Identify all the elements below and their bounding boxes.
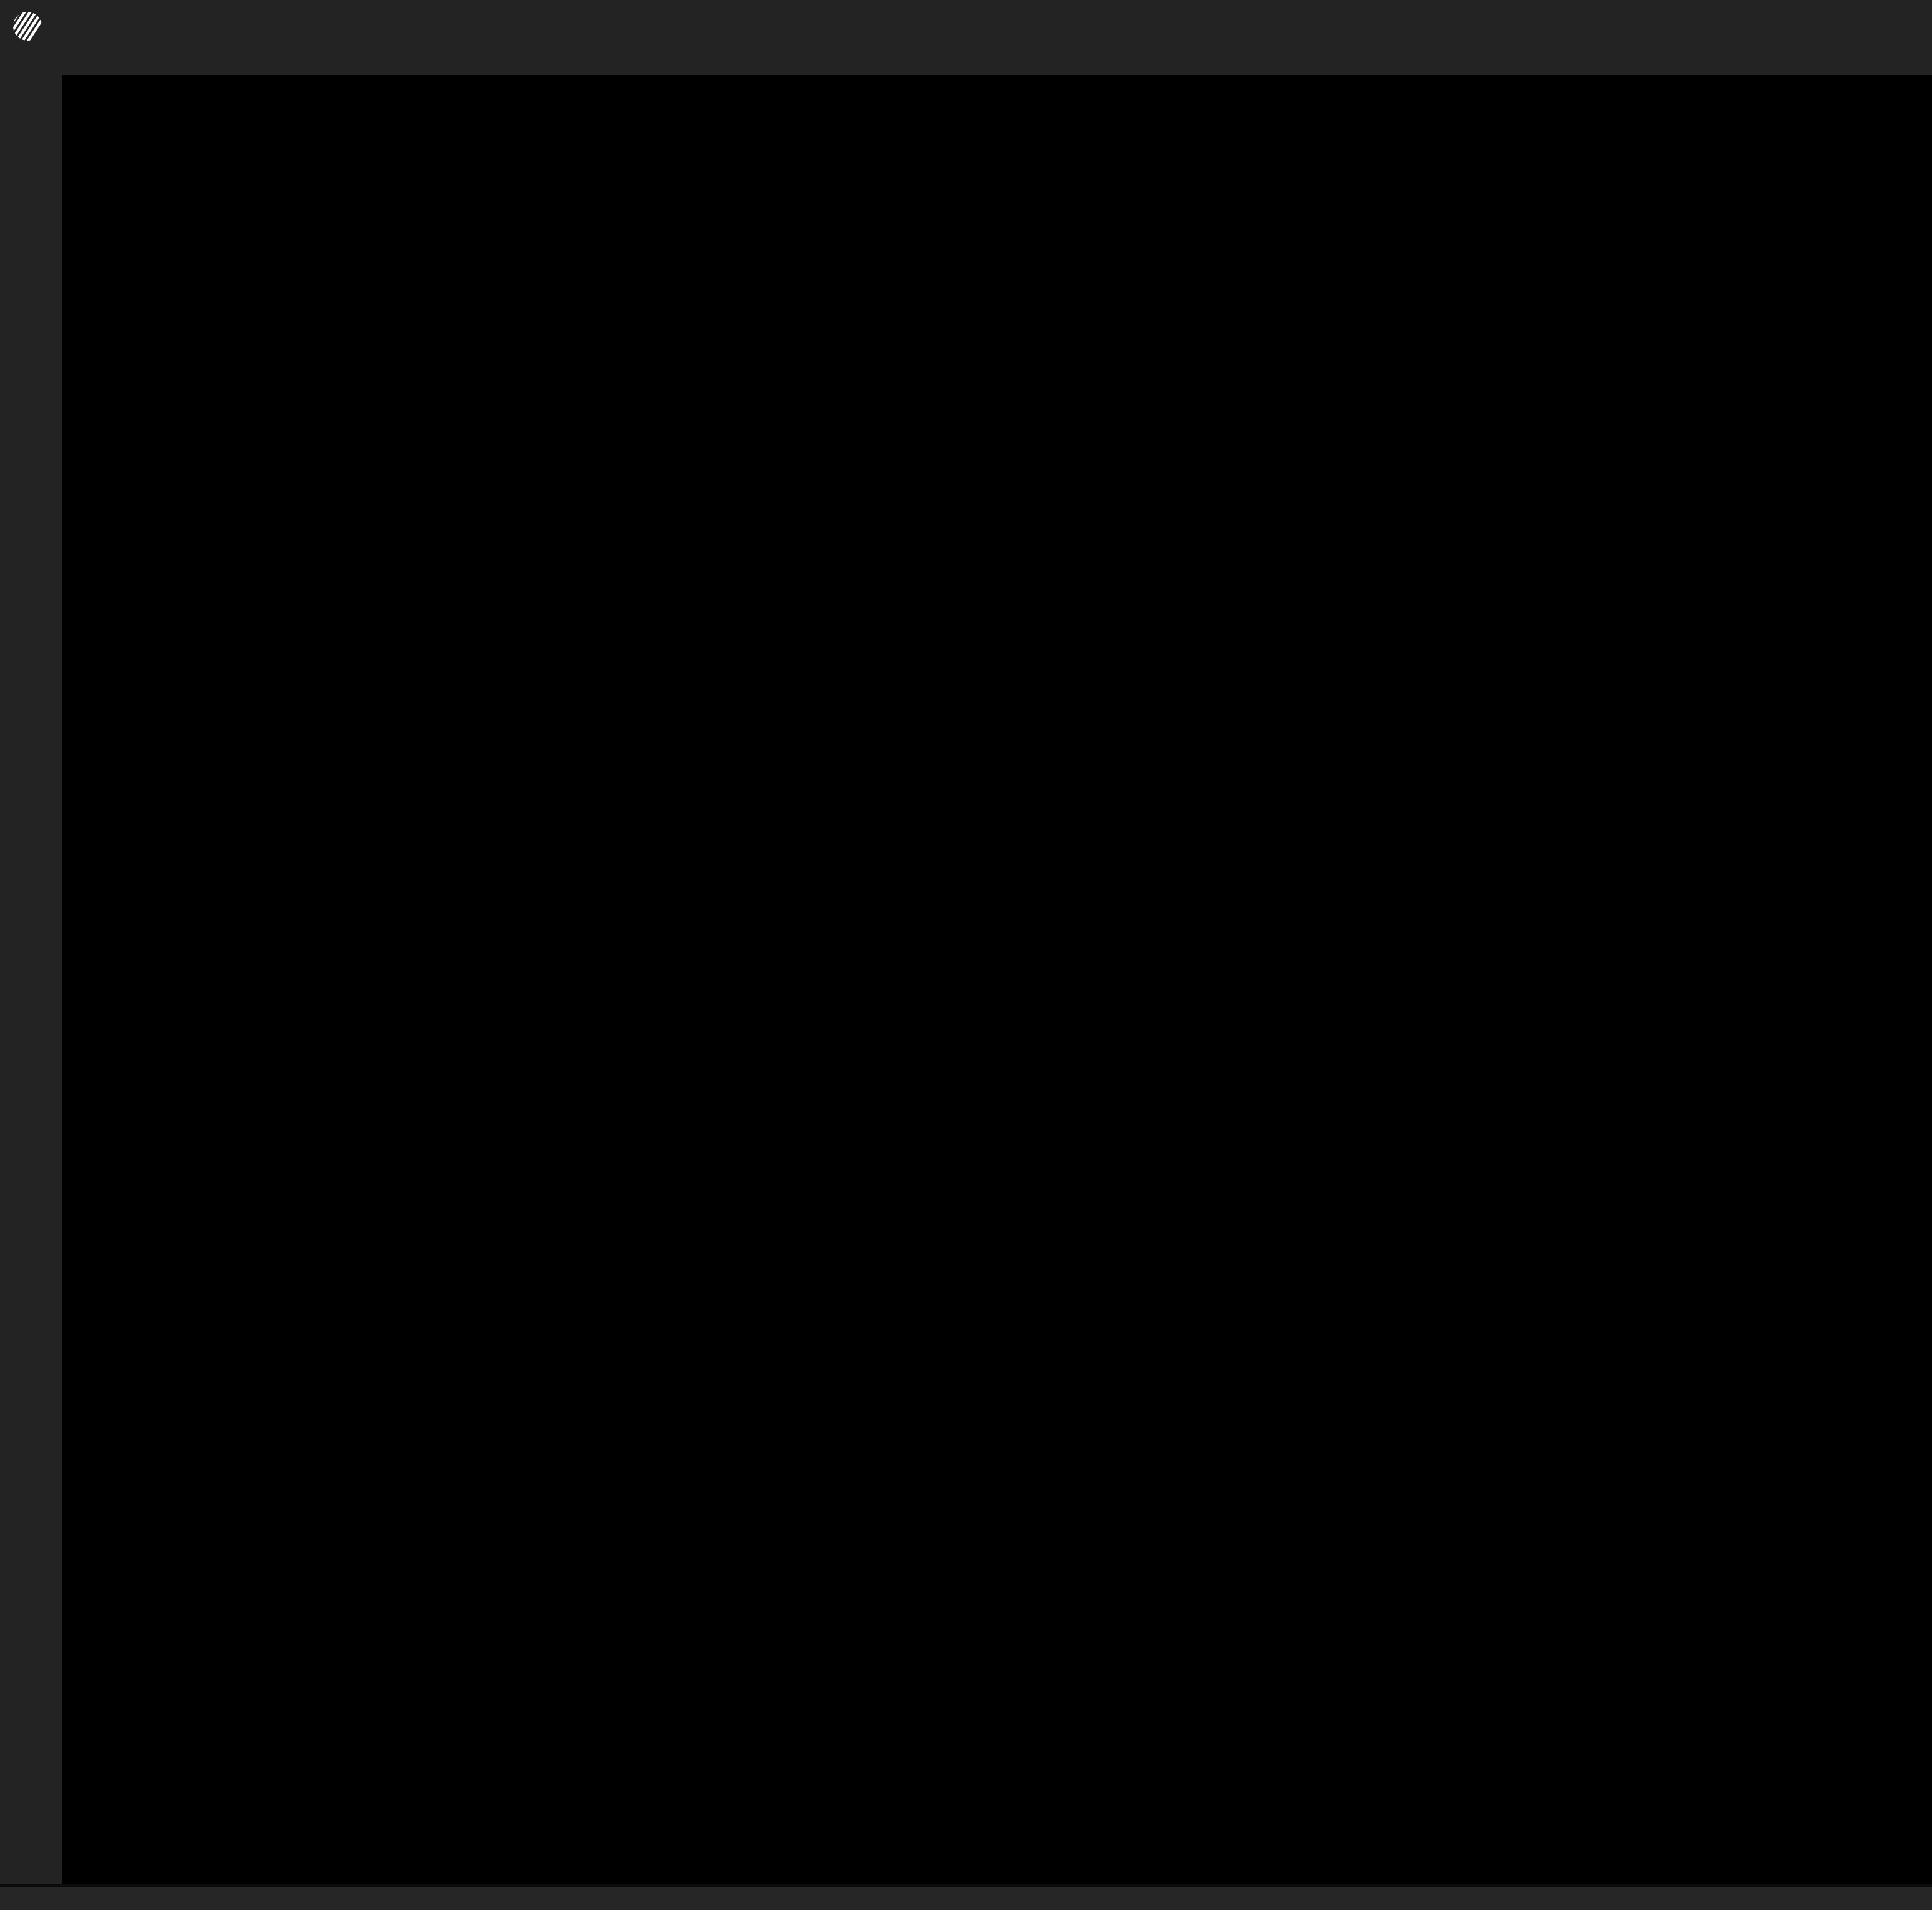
colorbar: [530, 14, 1465, 25]
spectrogram-canvas: [62, 75, 1932, 1884]
footer: [0, 1887, 1932, 1910]
gfz-logo-icon: [13, 12, 42, 41]
spectrogram-plot: [62, 75, 1932, 1884]
